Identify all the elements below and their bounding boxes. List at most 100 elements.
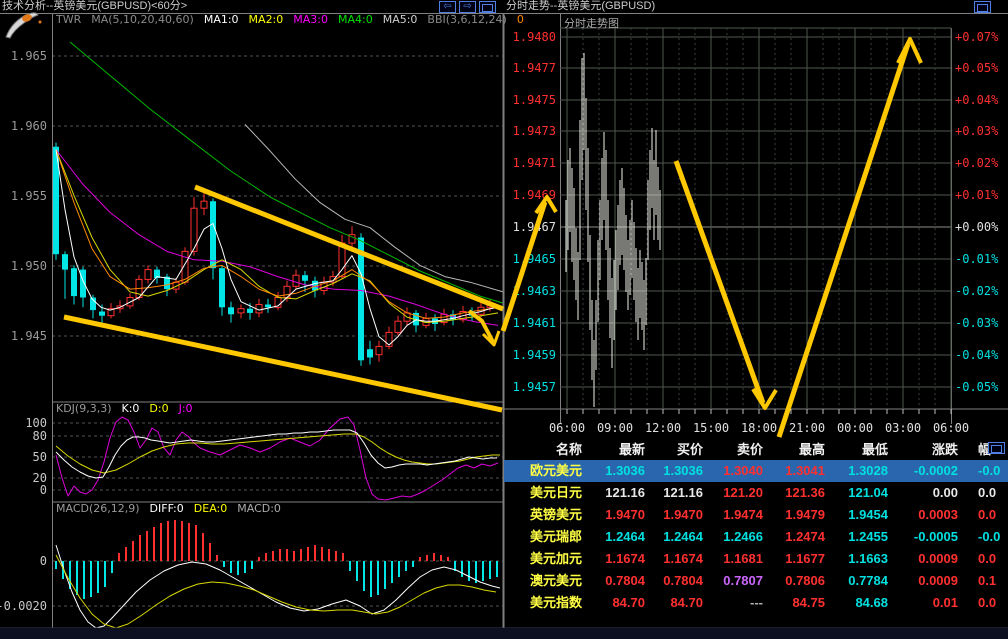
quote-cell: 1.3036 [649, 460, 707, 482]
intraday-pct-label: +0.02% [955, 156, 999, 170]
quote-row-2[interactable]: 英镑美元1.94701.94701.94741.94791.94540.0003… [504, 504, 1008, 526]
macd-axis-label: 0 [40, 554, 47, 568]
k-line [56, 430, 497, 478]
candle-body [395, 321, 401, 332]
candle-body [71, 268, 77, 296]
time-axis-label: 15:00 [693, 421, 729, 435]
time-axis-label: 12:00 [645, 421, 681, 435]
candle-body [80, 270, 86, 298]
quote-cell: 84.70 [649, 592, 707, 614]
indicator-bar: TWRMA(5,10,20,40,60)MA1:0MA2:0MA3:0MA4:0… [56, 14, 534, 26]
intraday-price-label: 1.9480 [513, 30, 556, 44]
intraday-price-label: 1.9471 [513, 156, 556, 170]
column-header-5[interactable]: 最低 [829, 440, 892, 460]
candle-body [376, 346, 382, 354]
quote-cell: 121.16 [586, 482, 649, 504]
column-header-1[interactable]: 最新 [586, 440, 649, 460]
candle-body [228, 307, 234, 314]
intraday-pct-label: -0.01% [955, 252, 999, 266]
instrument-name: 欧元美元 [504, 460, 586, 482]
quote-cell: 1.2455 [829, 526, 892, 548]
main-axis-label: 1.960 [11, 119, 47, 133]
column-header-6[interactable]: 涨跌 [892, 440, 962, 460]
quote-row-3[interactable]: 美元瑞郎1.24641.24641.24661.24741.2455-0.000… [504, 526, 1008, 548]
indicator-item-3: MA2:0 [249, 13, 284, 26]
quote-cell: 0.00 [892, 482, 962, 504]
intraday-price-label: 1.9461 [513, 316, 556, 330]
quote-row-6[interactable]: 美元指数84.7084.70---84.7584.680.010.0 [504, 592, 1008, 614]
mouse-cursor [2, 7, 46, 41]
column-header-3[interactable]: 卖价 [707, 440, 767, 460]
candle-body [238, 309, 244, 313]
upper-trendline [195, 187, 503, 309]
quote-row-4[interactable]: 美元加元1.16741.16741.16811.16771.16630.0009… [504, 548, 1008, 570]
intraday-chart-label: 分时走势图 [564, 15, 619, 31]
quote-cell: 1.3036 [586, 460, 649, 482]
intraday-price-label: 1.9457 [513, 380, 556, 394]
quote-cell: 0.0009 [892, 548, 962, 570]
intraday-price-label: 1.9475 [513, 93, 556, 107]
ma-white [56, 150, 498, 346]
quote-cell: 0.7804 [649, 570, 707, 592]
kdj-item-3: J:0 [179, 402, 193, 415]
ma-green [70, 42, 503, 303]
instrument-name: 美元加元 [504, 548, 586, 570]
macd-item-1: DIFF:0 [150, 502, 184, 515]
quote-cell: 121.20 [707, 482, 767, 504]
indicator-item-7: BBI(3,6,12,24) [427, 13, 506, 26]
quote-table[interactable]: 名称最新买价卖价最高最低涨跌幅欧元美元1.30361.30361.30401.3… [504, 440, 1008, 628]
intraday-pct-label: -0.04% [955, 348, 999, 362]
table-maximize-icon[interactable] [988, 442, 1005, 454]
time-axis-label: 06:00 [549, 421, 585, 435]
quote-cell: 1.9479 [767, 504, 829, 526]
quote-cell: -0.0002 [892, 460, 962, 482]
instrument-name: 英镑美元 [504, 504, 586, 526]
kdj-item-1: K:0 [122, 402, 140, 415]
time-axis-label: 18:00 [741, 421, 777, 435]
j-line [56, 417, 498, 500]
quote-row-1[interactable]: 美元日元121.16121.16121.20121.36121.040.000.… [504, 482, 1008, 504]
intraday-pct-label: +0.01% [955, 188, 999, 202]
time-axis-label: 06:00 [933, 421, 969, 435]
quote-cell: 1.2466 [707, 526, 767, 548]
quote-cell: --- [707, 592, 767, 614]
column-header-0[interactable]: 名称 [504, 440, 586, 460]
time-axis-label: 09:00 [597, 421, 633, 435]
intraday-price-label: 1.9459 [513, 348, 556, 362]
quote-row-5[interactable]: 澳元美元0.78040.78040.78070.78060.77840.0009… [504, 570, 1008, 592]
ma-orange [56, 150, 498, 319]
quote-cell: 0.0009 [892, 570, 962, 592]
column-header-2[interactable]: 买价 [649, 440, 707, 460]
main-axis-label: 1.950 [11, 259, 47, 273]
column-header-4[interactable]: 最高 [767, 440, 829, 460]
quote-cell: 0.7784 [829, 570, 892, 592]
indicator-item-8: 0 [517, 13, 524, 26]
quote-cell: 0.01 [892, 592, 962, 614]
macd-item-3: MACD:0 [237, 502, 281, 515]
main-axis-label: 1.955 [11, 189, 47, 203]
main-axis-label: 1.945 [11, 329, 47, 343]
candle-body [302, 275, 308, 281]
quote-cell: -0.0005 [892, 526, 962, 548]
main-axis-label: 1.965 [11, 49, 47, 63]
quote-cell: 1.1674 [649, 548, 707, 570]
quote-cell: 1.1674 [586, 548, 649, 570]
kdj-item-0: KDJ(9,3,3) [56, 402, 112, 415]
macd-header: MACD(26,12,9)DIFF:0DEA:0MACD:0 [56, 503, 291, 515]
quote-cell: 0.0 [962, 592, 1008, 614]
quote-cell: 1.3040 [707, 460, 767, 482]
macd-item-0: MACD(26,12,9) [56, 502, 140, 515]
quote-cell: 0.7804 [586, 570, 649, 592]
candle-body [201, 201, 207, 208]
indicator-item-0: TWR [56, 13, 81, 26]
ma-gray [245, 124, 503, 292]
indicator-item-2: MA1:0 [204, 13, 239, 26]
quote-cell: 84.70 [586, 592, 649, 614]
intraday-pct-label: +0.03% [955, 124, 999, 138]
kdj-header: KDJ(9,3,3)K:0D:0J:0 [56, 403, 203, 415]
quote-row-0[interactable]: 欧元美元1.30361.30361.30401.30411.3028-0.000… [504, 460, 1008, 482]
quote-table-header: 名称最新买价卖价最高最低涨跌幅 [504, 440, 1008, 460]
intraday-price-label: 1.9465 [513, 252, 556, 266]
quote-cell: 1.2474 [767, 526, 829, 548]
intraday-price-label: 1.9473 [513, 124, 556, 138]
